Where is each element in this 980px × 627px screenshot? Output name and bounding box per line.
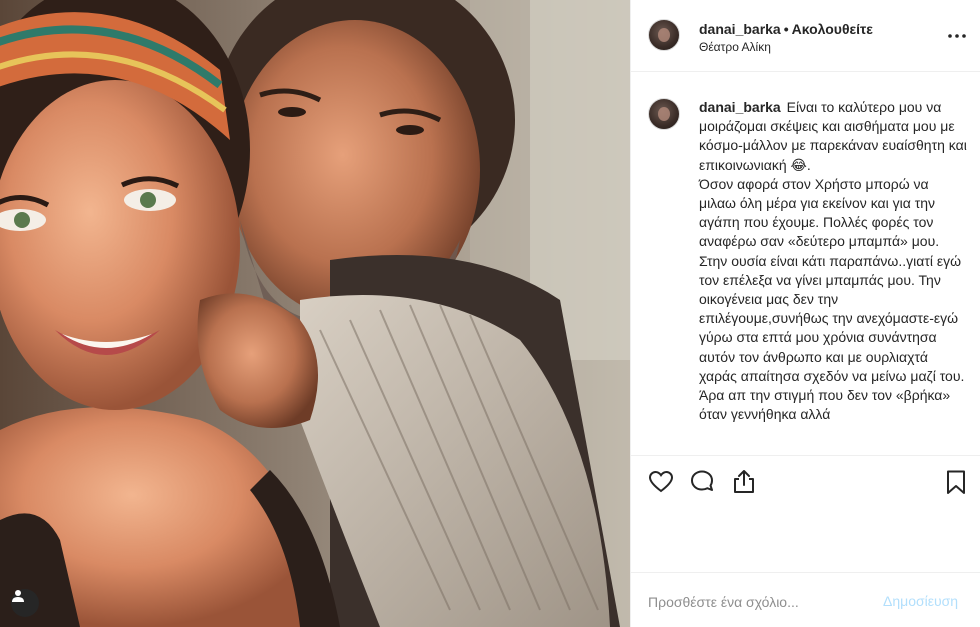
comment-bar: Δημοσίευση: [631, 572, 980, 627]
follow-status-button[interactable]: Ακολουθείτε: [792, 21, 873, 37]
comment-input[interactable]: [648, 591, 878, 613]
caption-text: Είναι το καλύτερο μου να μοιράζομαι σκέψ…: [699, 99, 967, 423]
header-user-line: danai_barka • Ακολουθείτε: [699, 21, 873, 37]
post-photo[interactable]: [0, 0, 630, 627]
avatar[interactable]: [648, 19, 680, 51]
location-link[interactable]: Θέατρο Αλίκη: [699, 40, 771, 54]
post-side-panel: danai_barka • Ακολουθείτε Θέατρο Αλίκη dan…: [630, 0, 980, 627]
caption-avatar[interactable]: [648, 98, 680, 130]
bookmark-icon[interactable]: [942, 468, 970, 496]
share-icon[interactable]: [730, 468, 758, 496]
caption-username[interactable]: danai_barka: [699, 99, 781, 115]
comment-bubble-icon[interactable]: [688, 468, 716, 496]
heart-icon[interactable]: [647, 468, 675, 496]
photo-illustration: [0, 0, 630, 627]
person-icon: [12, 590, 24, 602]
post-header: danai_barka • Ακολουθείτε Θέατρο Αλίκη: [631, 0, 980, 72]
post-comment-button[interactable]: Δημοσίευση: [883, 593, 958, 609]
action-bar: [631, 455, 980, 509]
caption-scroll-area[interactable]: danai_barka Είναι το καλύτερο μου να μοι…: [631, 73, 980, 455]
tagged-user-icon[interactable]: [11, 589, 39, 617]
separator-dot: •: [783, 21, 789, 37]
more-horizontal-icon[interactable]: [947, 28, 967, 44]
username-link[interactable]: danai_barka: [699, 21, 781, 37]
caption: danai_barka Είναι το καλύτερο μου να μοι…: [699, 98, 969, 424]
